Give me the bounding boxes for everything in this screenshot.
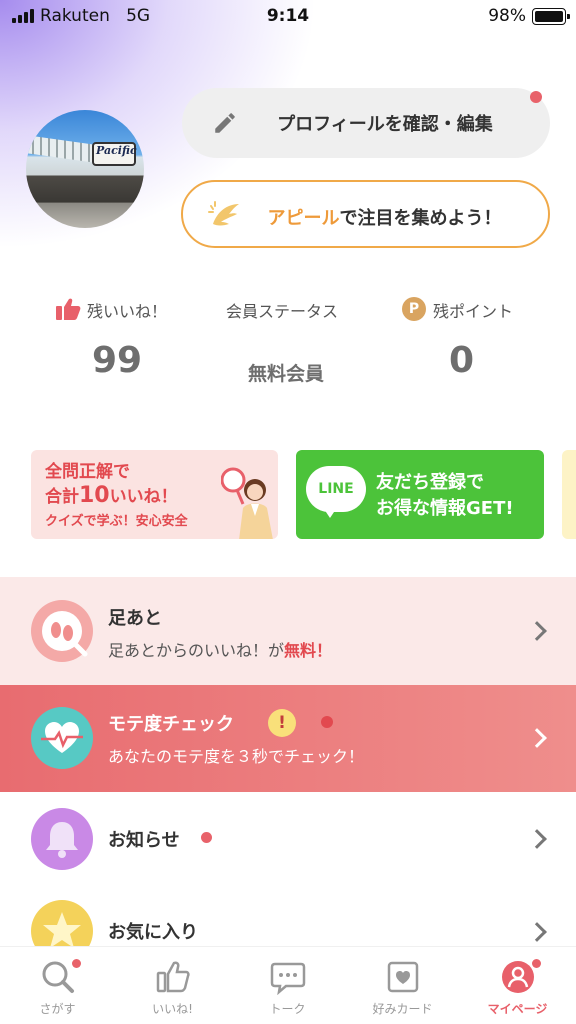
footprints-row[interactable]: 足あと 足あとからのいいね！が無料！ bbox=[0, 577, 576, 685]
likes-remaining-label: 残いいね！ bbox=[87, 302, 168, 321]
heart-pulse-icon bbox=[31, 707, 93, 769]
line-banner-text: 友だち登録で お得な情報GET! bbox=[376, 472, 514, 519]
card-icon bbox=[387, 961, 419, 993]
notification-dot bbox=[201, 832, 212, 843]
notices-title: お知らせ bbox=[108, 830, 180, 851]
notification-dot bbox=[72, 959, 81, 968]
notices-row[interactable]: お知らせ bbox=[0, 792, 576, 892]
tab-likes[interactable]: いいね! bbox=[115, 947, 230, 1024]
search-icon bbox=[42, 961, 74, 993]
footprints-subtitle: 足あとからのいいね！が無料！ bbox=[108, 641, 333, 660]
chevron-right-icon bbox=[527, 621, 547, 641]
member-status-value: 無料会員 bbox=[248, 363, 325, 385]
line-banner[interactable]: LINE 友だち登録で お得な情報GET! bbox=[296, 450, 544, 539]
footprints-title: 足あと bbox=[108, 608, 162, 629]
chevron-right-icon bbox=[527, 829, 547, 849]
battery-icon bbox=[532, 8, 570, 25]
person-icon bbox=[502, 961, 534, 993]
member-status-label: 会員ステータス bbox=[226, 302, 339, 321]
quiz-banner[interactable]: 全問正解で 合計10いいね！ クイズで学ぶ！安心安全 bbox=[31, 450, 278, 539]
status-bar: Rakuten 5G 9:14 98% bbox=[0, 0, 576, 34]
avatar[interactable]: Pacific bbox=[26, 110, 144, 228]
notification-dot bbox=[530, 91, 542, 103]
points-remaining-value: 0 bbox=[449, 340, 475, 381]
popularity-check-row[interactable]: モテ度チェック あなたのモテ度を３秒でチェック！ bbox=[0, 685, 576, 792]
points-remaining-label: 残ポイント bbox=[433, 302, 514, 321]
thumbs-up-icon bbox=[56, 298, 81, 320]
thumbs-up-icon bbox=[156, 961, 190, 993]
popularity-check-title: モテ度チェック bbox=[108, 714, 234, 735]
footprints-icon bbox=[31, 600, 93, 662]
chevron-right-icon bbox=[527, 728, 547, 748]
notification-dot bbox=[321, 716, 333, 728]
tab-preference-card[interactable]: 好みカード bbox=[345, 947, 460, 1024]
tab-mypage[interactable]: マイページ bbox=[460, 947, 575, 1024]
notification-dot bbox=[532, 959, 541, 968]
edit-profile-label: プロフィールを確認・編集 bbox=[277, 114, 493, 135]
chat-icon bbox=[270, 962, 306, 995]
quiz-character-illustration bbox=[221, 467, 273, 539]
chevron-right-icon bbox=[527, 922, 547, 942]
bell-icon bbox=[31, 808, 93, 870]
favorites-title: お気に入り bbox=[108, 922, 198, 943]
tab-search[interactable]: さがす bbox=[0, 947, 115, 1024]
points-icon: P bbox=[402, 297, 426, 321]
popularity-check-subtitle: あなたのモテ度を３秒でチェック！ bbox=[108, 747, 365, 766]
next-banner-peek[interactable] bbox=[562, 450, 576, 539]
warning-icon: ! bbox=[268, 709, 296, 737]
quiz-banner-sub: クイズで学ぶ！安心安全 bbox=[45, 514, 188, 529]
quiz-banner-heading: 全問正解で 合計10いいね！ bbox=[45, 462, 178, 508]
battery-percent: 98% bbox=[488, 6, 526, 26]
appeal-label: アピールで注目を集めよう！ bbox=[267, 208, 502, 229]
appeal-button[interactable]: アピールで注目を集めよう！ bbox=[181, 180, 550, 248]
tab-talk[interactable]: トーク bbox=[230, 947, 345, 1024]
favorites-row[interactable]: お気に入り bbox=[0, 892, 576, 962]
likes-remaining-value: 99 bbox=[92, 340, 143, 381]
tab-bar: さがす いいね! トーク 好みカード マイページ bbox=[0, 946, 576, 1024]
edit-profile-button[interactable]: プロフィールを確認・編集 bbox=[182, 88, 550, 158]
